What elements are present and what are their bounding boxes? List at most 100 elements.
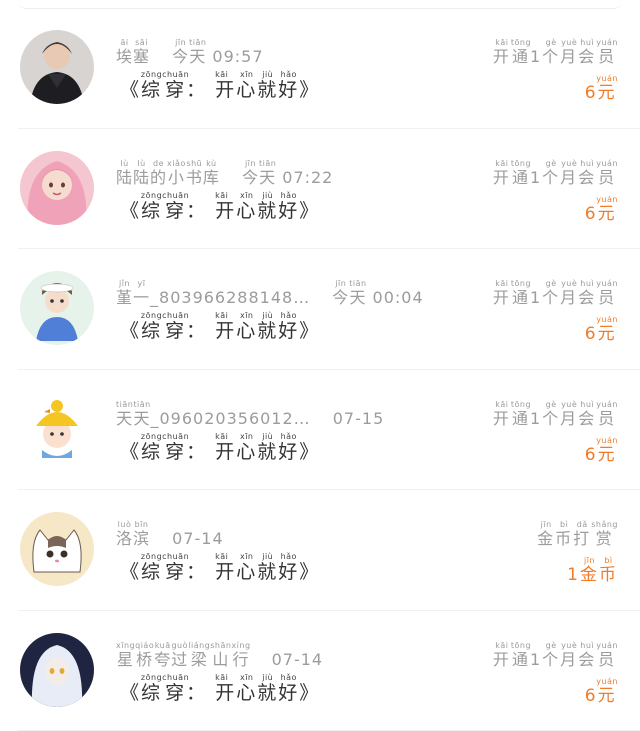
ruby-char: 好hǎo bbox=[278, 320, 299, 342]
text-segment: 1 bbox=[530, 47, 542, 66]
user-name[interactable]: 陆lù陆lù的de小xiǎo书shū库kù bbox=[116, 168, 220, 187]
text-segment: 》 bbox=[299, 441, 320, 463]
record-header: 埃āi塞sāi 今jīn天tiān 09:57 bbox=[116, 38, 264, 67]
ruby-char: 穿chuān bbox=[162, 320, 186, 342]
list-item[interactable]: 星xīng桥qiáo夸kuā过guò梁liáng山shān行xíng 07-14… bbox=[18, 611, 640, 731]
user-name[interactable]: 天tiān天tiān_096020356012… bbox=[116, 409, 311, 428]
pinyin-annotation: tōng bbox=[511, 159, 531, 168]
support-action: 开kāi通tōng1个gè月yuè会huì员yuán bbox=[493, 400, 618, 429]
text-segment: 07-14 bbox=[172, 529, 224, 548]
avatar[interactable] bbox=[20, 392, 94, 466]
ruby-char: 元yuán bbox=[598, 445, 618, 465]
book-title[interactable]: 《综zōng穿chuān： 开kāi心xīn就jiù好hǎo》 bbox=[120, 432, 320, 464]
avatar[interactable] bbox=[20, 151, 94, 225]
list-item[interactable]: 埃āi塞sāi 今jīn天tiān 09:57 《综zōng穿chuān： 开k… bbox=[18, 8, 640, 129]
user-name[interactable]: 埃āi塞sāi bbox=[116, 47, 150, 66]
text-segment: ： bbox=[186, 320, 207, 342]
pinyin-annotation: luò bbox=[116, 520, 133, 529]
user-name[interactable]: 堇jǐn一yī_803966288148… bbox=[116, 288, 310, 307]
avatar[interactable] bbox=[20, 633, 94, 707]
support-amount: 1金jīn币bì bbox=[567, 556, 618, 585]
text-segment: ： bbox=[186, 79, 207, 101]
pinyin-annotation: gè bbox=[542, 38, 560, 47]
pinyin-annotation: hǎo bbox=[278, 311, 299, 320]
ruby-char: 库kù bbox=[203, 168, 220, 187]
ruby-char: 开kāi bbox=[493, 650, 511, 669]
pinyin-annotation: hǎo bbox=[278, 191, 299, 200]
ruby-char: 会huì bbox=[578, 650, 596, 669]
pinyin-annotation: yuán bbox=[596, 159, 618, 168]
pinyin-annotation: chuān bbox=[162, 552, 189, 561]
pinyin-annotation: shān bbox=[210, 641, 231, 650]
pinyin-annotation: hǎo bbox=[278, 552, 299, 561]
ruby-char: 币bì bbox=[599, 565, 618, 585]
avatar[interactable] bbox=[20, 30, 94, 104]
ruby-char: 小xiǎo bbox=[167, 168, 186, 187]
text-segment: 09:57 bbox=[206, 47, 263, 66]
ruby-char: 堇jǐn bbox=[116, 288, 133, 307]
ruby-char: 塞sāi bbox=[133, 47, 150, 66]
text-segment: 1 bbox=[530, 288, 542, 307]
ruby-char: 月yuè bbox=[560, 168, 578, 187]
pinyin-annotation: xīn bbox=[236, 311, 257, 320]
ruby-char: 穿chuān bbox=[162, 441, 186, 463]
ruby-char: 综zōng bbox=[141, 200, 162, 222]
user-name[interactable]: 星xīng桥qiáo夸kuā过guò梁liáng山shān行xíng bbox=[116, 650, 250, 669]
ruby-char: 币bì bbox=[555, 529, 573, 548]
ruby-char: 就jiù bbox=[257, 320, 278, 342]
ruby-char: 通tōng bbox=[511, 288, 530, 307]
ruby-char: 个gè bbox=[542, 409, 560, 428]
ruby-char: 好hǎo bbox=[278, 441, 299, 463]
ruby-char: 通tōng bbox=[511, 47, 530, 66]
list-item[interactable]: 堇jǐn一yī_803966288148… 今jīn天tiān 00:04 《综… bbox=[18, 249, 640, 370]
ruby-char: 穿chuān bbox=[162, 561, 186, 583]
text-segment: 《 bbox=[120, 561, 141, 583]
pinyin-annotation: tiān bbox=[259, 159, 276, 168]
pinyin-annotation: huì bbox=[578, 159, 596, 168]
book-title[interactable]: 《综zōng穿chuān： 开kāi心xīn就jiù好hǎo》 bbox=[120, 673, 320, 705]
pinyin-annotation: huì bbox=[578, 38, 596, 47]
pinyin-annotation: tōng bbox=[511, 641, 531, 650]
ruby-char: 月yuè bbox=[560, 47, 578, 66]
pinyin-annotation: jīn bbox=[242, 159, 259, 168]
book-title[interactable]: 《综zōng穿chuān： 开kāi心xīn就jiù好hǎo》 bbox=[120, 191, 320, 223]
text-segment: 》 bbox=[299, 200, 320, 222]
pinyin-annotation: yuán bbox=[596, 279, 618, 288]
book-title[interactable]: 《综zōng穿chuān： 开kāi心xīn就jiù好hǎo》 bbox=[120, 552, 320, 584]
pinyin-annotation: hǎo bbox=[278, 673, 299, 682]
text-segment: 《 bbox=[120, 682, 141, 704]
book-title[interactable]: 《综zōng穿chuān： 开kāi心xīn就jiù好hǎo》 bbox=[120, 70, 320, 102]
support-amount: 6元yuán bbox=[585, 436, 618, 465]
pinyin-annotation: tiān bbox=[349, 279, 366, 288]
avatar[interactable] bbox=[20, 512, 94, 586]
pinyin-annotation: lù bbox=[133, 159, 150, 168]
pinyin-annotation: kāi bbox=[207, 70, 236, 79]
user-name[interactable]: 洛luò滨bīn bbox=[116, 529, 150, 548]
record-header: 天tiān天tiān_096020356012… 07-15 bbox=[116, 400, 384, 429]
ruby-char: 综zōng bbox=[141, 561, 162, 583]
pinyin-annotation: kù bbox=[203, 159, 220, 168]
ruby-char: 通tōng bbox=[511, 650, 530, 669]
ruby-char: 心xīn bbox=[236, 441, 257, 463]
pinyin-annotation: bì bbox=[599, 556, 618, 565]
ruby-char: 员yuán bbox=[596, 650, 618, 669]
avatar[interactable] bbox=[20, 271, 94, 345]
ruby-char: 心xīn bbox=[236, 682, 257, 704]
pinyin-annotation: jiù bbox=[257, 70, 278, 79]
book-title[interactable]: 《综zōng穿chuān： 开kāi心xīn就jiù好hǎo》 bbox=[120, 311, 320, 343]
list-item[interactable]: 天tiān天tiān_096020356012… 07-15 《综zōng穿ch… bbox=[18, 370, 640, 491]
pinyin-annotation: huì bbox=[578, 279, 596, 288]
list-item[interactable]: 洛luò滨bīn 07-14 《综zōng穿chuān： 开kāi心xīn就ji… bbox=[18, 490, 640, 611]
pinyin-annotation: kāi bbox=[493, 38, 511, 47]
pinyin-annotation: chuān bbox=[162, 191, 189, 200]
timestamp: 今jīn天tiān 07:22 bbox=[242, 168, 333, 187]
ruby-char: 开kāi bbox=[207, 79, 236, 101]
ruby-char: 开kāi bbox=[207, 561, 236, 583]
ruby-char: 综zōng bbox=[141, 441, 162, 463]
ruby-char: 开kāi bbox=[493, 288, 511, 307]
ruby-char: 行xíng bbox=[231, 650, 249, 669]
pinyin-annotation: jiù bbox=[257, 552, 278, 561]
timestamp: 07-15 bbox=[333, 409, 385, 428]
list-item[interactable]: 陆lù陆lù的de小xiǎo书shū库kù 今jīn天tiān 07:22 《综… bbox=[18, 129, 640, 250]
support-amount: 6元yuán bbox=[585, 74, 618, 103]
